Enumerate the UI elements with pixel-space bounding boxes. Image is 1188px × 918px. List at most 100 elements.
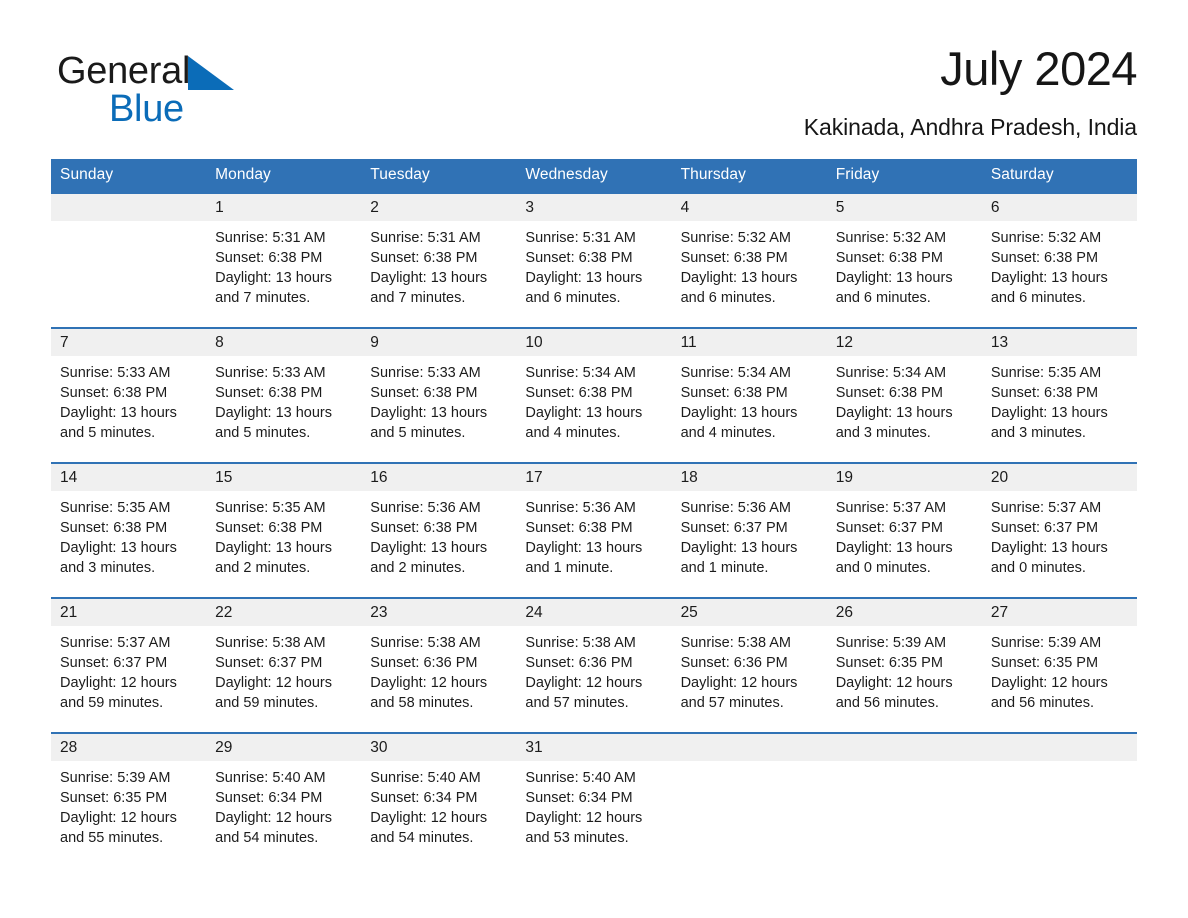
day-number: 9 <box>361 329 517 356</box>
calendar-day-cell[interactable]: 27 Sunrise: 5:39 AM Sunset: 6:35 PM Dayligh… <box>981 597 1137 733</box>
generalblue-logo: General Blue <box>57 50 297 130</box>
calendar-day-cell[interactable]: 26 Sunrise: 5:39 AM Sunset: 6:35 PM Dayligh… <box>826 597 982 733</box>
day-cell-content: 27 Sunrise: 5:39 AM Sunset: 6:35 PM Dayligh… <box>981 599 1137 732</box>
day-number: 11 <box>671 329 827 356</box>
calendar-day-cell[interactable]: 13 Sunrise: 5:35 AM Sunset: 6:38 PM Dayligh… <box>981 327 1137 463</box>
day-number: 14 <box>51 464 207 491</box>
calendar-day-cell[interactable]: 19 Sunrise: 5:37 AM Sunset: 6:37 PM Dayligh… <box>826 462 982 598</box>
calendar-day-cell[interactable]: 20 Sunrise: 5:37 AM Sunset: 6:37 PM Dayligh… <box>981 462 1137 598</box>
day-details: Sunrise: 5:38 AM Sunset: 6:36 PM Daylight:… <box>516 626 671 713</box>
day-number: 17 <box>516 464 672 491</box>
day-cell-content: 3 Sunrise: 5:31 AM Sunset: 6:38 PM Daylight… <box>516 194 672 327</box>
calendar-day-cell[interactable]: 7 Sunrise: 5:33 AM Sunset: 6:38 PM Daylight… <box>51 327 207 463</box>
sunset-text: Sunset: 6:34 PM <box>525 790 633 806</box>
calendar-day-cell[interactable]: 14 Sunrise: 5:35 AM Sunset: 6:38 PM Dayligh… <box>51 462 207 598</box>
day-details: Sunrise: 5:40 AM Sunset: 6:34 PM Daylight:… <box>206 761 361 848</box>
day-cell-content: 23 Sunrise: 5:38 AM Sunset: 6:36 PM Dayligh… <box>361 599 517 732</box>
calendar-day-cell-empty <box>51 192 207 328</box>
calendar-day-cell[interactable]: 21 Sunrise: 5:37 AM Sunset: 6:37 PM Dayligh… <box>51 597 207 733</box>
day-cell-content <box>981 734 1137 867</box>
sunset-text: Sunset: 6:38 PM <box>835 385 943 401</box>
sunset-text: Sunset: 6:38 PM <box>525 385 633 401</box>
day-number: 4 <box>671 194 827 221</box>
calendar-day-cell[interactable]: 5 Sunrise: 5:32 AM Sunset: 6:38 PM Daylight… <box>826 192 982 328</box>
day-number: 16 <box>361 464 517 491</box>
daylight-text: Daylight: 12 hours and 56 minutes. <box>835 675 953 711</box>
day-cell-content: 14 Sunrise: 5:35 AM Sunset: 6:38 PM Dayligh… <box>51 464 207 597</box>
day-cell-content: 8 Sunrise: 5:33 AM Sunset: 6:38 PM Daylight… <box>206 329 362 462</box>
calendar-day-cell[interactable]: 31 Sunrise: 5:40 AM Sunset: 6:34 PM Dayligh… <box>516 732 672 868</box>
calendar-table: Sunday Monday Tuesday Wednesday Thursday… <box>51 159 1137 868</box>
calendar-day-cell[interactable]: 9 Sunrise: 5:33 AM Sunset: 6:38 PM Daylight… <box>361 327 517 463</box>
calendar-day-cell[interactable]: 30 Sunrise: 5:40 AM Sunset: 6:34 PM Dayligh… <box>361 732 517 868</box>
sunset-text: Sunset: 6:35 PM <box>990 655 1099 671</box>
calendar-day-cell[interactable]: 18 Sunrise: 5:36 AM Sunset: 6:37 PM Dayligh… <box>671 462 827 598</box>
calendar-day-cell[interactable]: 8 Sunrise: 5:33 AM Sunset: 6:38 PM Daylight… <box>206 327 362 463</box>
calendar-day-cell[interactable]: 12 Sunrise: 5:34 AM Sunset: 6:38 PM Dayligh… <box>826 327 982 463</box>
title-block: July 2024 Kakinada, Andhra Pradesh, Indi… <box>437 40 1138 142</box>
day-cell-content: 15 Sunrise: 5:35 AM Sunset: 6:38 PM Dayligh… <box>206 464 362 597</box>
sunset-text: Sunset: 6:38 PM <box>990 250 1099 266</box>
day-cell-content: 6 Sunrise: 5:32 AM Sunset: 6:38 PM Daylight… <box>981 194 1137 327</box>
sunrise-text: Sunrise: 5:35 AM <box>60 500 171 516</box>
calendar-day-cell[interactable]: 15 Sunrise: 5:35 AM Sunset: 6:38 PM Dayligh… <box>206 462 362 598</box>
calendar-day-cell[interactable]: 6 Sunrise: 5:32 AM Sunset: 6:38 PM Daylight… <box>981 192 1137 328</box>
day-number: 25 <box>671 599 827 626</box>
daylight-text: Daylight: 13 hours and 4 minutes. <box>525 405 643 441</box>
calendar-header-row: Sunday Monday Tuesday Wednesday Thursday… <box>51 159 1137 193</box>
day-details: Sunrise: 5:34 AM Sunset: 6:38 PM Daylight:… <box>827 356 982 443</box>
calendar-day-cell[interactable]: 2 Sunrise: 5:31 AM Sunset: 6:38 PM Daylight… <box>361 192 517 328</box>
day-details <box>982 761 1137 768</box>
sunrise-text: Sunrise: 5:40 AM <box>525 770 636 786</box>
calendar-day-cell-empty <box>671 732 827 868</box>
day-number: 7 <box>51 329 207 356</box>
calendar-day-cell[interactable]: 1 Sunrise: 5:31 AM Sunset: 6:38 PM Daylight… <box>206 192 362 328</box>
daylight-text: Daylight: 13 hours and 5 minutes. <box>215 405 333 441</box>
logo-text-general: General <box>57 50 191 92</box>
day-number: 3 <box>516 194 672 221</box>
sunset-text: Sunset: 6:34 PM <box>370 790 478 806</box>
sunset-text: Sunset: 6:37 PM <box>215 655 323 671</box>
calendar-day-cell-empty <box>826 732 982 868</box>
sunrise-text: Sunrise: 5:36 AM <box>680 500 791 516</box>
sunrise-text: Sunrise: 5:33 AM <box>60 365 171 381</box>
weekday-header-saturday: Saturday <box>981 159 1137 193</box>
logo-bottom-row: Blue <box>109 88 297 130</box>
day-details: Sunrise: 5:38 AM Sunset: 6:36 PM Daylight:… <box>361 626 516 713</box>
day-cell-content: 9 Sunrise: 5:33 AM Sunset: 6:38 PM Daylight… <box>361 329 517 462</box>
daylight-text: Daylight: 13 hours and 6 minutes. <box>680 270 798 306</box>
daylight-text: Daylight: 13 hours and 5 minutes. <box>60 405 177 441</box>
calendar-day-cell[interactable]: 11 Sunrise: 5:34 AM Sunset: 6:38 PM Dayligh… <box>671 327 827 463</box>
sunrise-text: Sunrise: 5:39 AM <box>60 770 171 786</box>
day-details: Sunrise: 5:39 AM Sunset: 6:35 PM Daylight:… <box>51 761 206 848</box>
sunrise-text: Sunrise: 5:40 AM <box>370 770 481 786</box>
day-cell-content: 28 Sunrise: 5:39 AM Sunset: 6:35 PM Dayligh… <box>51 734 207 867</box>
calendar-day-cell[interactable]: 28 Sunrise: 5:39 AM Sunset: 6:35 PM Dayligh… <box>51 732 207 868</box>
day-details: Sunrise: 5:32 AM Sunset: 6:38 PM Daylight:… <box>827 221 982 308</box>
logo-top-row: General <box>57 50 297 94</box>
day-number: 21 <box>51 599 207 626</box>
sunrise-text: Sunrise: 5:35 AM <box>990 365 1102 381</box>
calendar-day-cell[interactable]: 24 Sunrise: 5:38 AM Sunset: 6:36 PM Dayligh… <box>516 597 672 733</box>
daylight-text: Daylight: 13 hours and 5 minutes. <box>370 405 488 441</box>
calendar-day-cell[interactable]: 25 Sunrise: 5:38 AM Sunset: 6:36 PM Dayligh… <box>671 597 827 733</box>
calendar-day-cell[interactable]: 17 Sunrise: 5:36 AM Sunset: 6:38 PM Dayligh… <box>516 462 672 598</box>
calendar-day-cell-empty <box>981 732 1137 868</box>
calendar-page: General Blue July 2024 Kakinada, Andhra … <box>0 0 1188 918</box>
calendar-day-cell[interactable]: 4 Sunrise: 5:32 AM Sunset: 6:38 PM Daylight… <box>671 192 827 328</box>
sunrise-text: Sunrise: 5:31 AM <box>370 230 481 246</box>
sunset-text: Sunset: 6:38 PM <box>680 250 788 266</box>
calendar-day-cell[interactable]: 10 Sunrise: 5:34 AM Sunset: 6:38 PM Dayligh… <box>516 327 672 463</box>
daylight-text: Daylight: 12 hours and 54 minutes. <box>215 810 333 846</box>
calendar-day-cell[interactable]: 29 Sunrise: 5:40 AM Sunset: 6:34 PM Dayligh… <box>206 732 362 868</box>
sunset-text: Sunset: 6:34 PM <box>215 790 323 806</box>
calendar-day-cell[interactable]: 22 Sunrise: 5:38 AM Sunset: 6:37 PM Dayligh… <box>206 597 362 733</box>
calendar-day-cell[interactable]: 3 Sunrise: 5:31 AM Sunset: 6:38 PM Daylight… <box>516 192 672 328</box>
day-details <box>51 221 206 228</box>
calendar-day-cell[interactable]: 16 Sunrise: 5:36 AM Sunset: 6:38 PM Dayligh… <box>361 462 517 598</box>
sunset-text: Sunset: 6:38 PM <box>60 520 168 536</box>
day-cell-content: 29 Sunrise: 5:40 AM Sunset: 6:34 PM Dayligh… <box>206 734 362 867</box>
sunset-text: Sunset: 6:36 PM <box>370 655 478 671</box>
calendar-day-cell[interactable]: 23 Sunrise: 5:38 AM Sunset: 6:36 PM Dayligh… <box>361 597 517 733</box>
daylight-text: Daylight: 13 hours and 7 minutes. <box>215 270 333 306</box>
